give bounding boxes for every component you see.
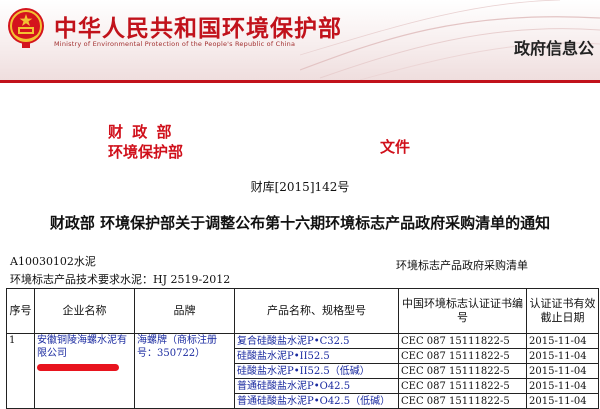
- list-caption: 环境标志产品政府采购清单: [396, 259, 528, 272]
- col-header-index: 序号: [6, 288, 35, 334]
- site-header: 中华人民共和国环境保护部 Ministry of Environmental P…: [0, 0, 600, 80]
- expiry-date: 2015-11-04: [526, 348, 599, 364]
- brand-cell: 海螺牌（商标注册号：350722）: [134, 333, 235, 409]
- header-divider: [0, 80, 600, 83]
- category-code: A10030102水泥: [10, 255, 96, 268]
- product-name: 普通硅酸盐水泥P•O42.5: [234, 378, 399, 394]
- expiry-date: 2015-11-04: [526, 393, 599, 409]
- row-index: 1: [6, 333, 35, 409]
- col-header-date: 认证证书有效截止日期: [526, 288, 599, 334]
- expiry-date: 2015-11-04: [526, 333, 599, 349]
- ministry-name-en: Ministry of Environmental Protection of …: [54, 40, 296, 48]
- company-cell: 安徽铜陵海螺水泥有限公司: [34, 333, 135, 409]
- document-number: 财库[2015]142号: [250, 180, 350, 194]
- cert-number: CEC 087 15111822-5: [398, 393, 527, 409]
- product-name: 复合硅酸盐水泥P•C32.5: [234, 333, 399, 349]
- issuer-finance: 财 政 部: [108, 123, 174, 141]
- product-name: 硅酸盐水泥P•II52.5（低碱）: [234, 363, 399, 379]
- cert-number: CEC 087 15111822-5: [398, 363, 527, 379]
- national-emblem-icon: [8, 8, 44, 48]
- col-header-brand: 品牌: [134, 288, 235, 334]
- table-header-row: 序号 企业名称 品牌 产品名称、规格型号 中国环境标志认证证书编号 认证证书有效…: [6, 288, 599, 334]
- expiry-date: 2015-11-04: [526, 378, 599, 394]
- product-name: 普通硅酸盐水泥P•O42.5（低碱）: [234, 393, 399, 409]
- document-title: 财政部 环境保护部关于调整公布第十六期环境标志产品政府采购清单的通知: [49, 214, 551, 232]
- col-header-product: 产品名称、规格型号: [234, 288, 399, 334]
- file-label: 文件: [380, 138, 411, 156]
- cert-number: CEC 087 15111822-5: [398, 348, 527, 364]
- product-name: 硅酸盐水泥P•II52.5: [234, 348, 399, 364]
- table-row: 1 安徽铜陵海螺水泥有限公司 海螺牌（商标注册号：350722） 复合硅酸盐水泥…: [6, 333, 599, 409]
- cert-number: CEC 087 15111822-5: [398, 333, 527, 349]
- ministry-name-cn: 中华人民共和国环境保护部: [54, 16, 342, 42]
- technical-standard: 环境标志产品技术要求水泥：HJ 2519-2012: [10, 273, 231, 286]
- company-name: 安徽铜陵海螺水泥有限公司: [37, 335, 127, 359]
- section-title-link[interactable]: 政府信息公: [514, 35, 594, 59]
- cert-number: CEC 087 15111822-5: [398, 378, 527, 394]
- expiry-date: 2015-11-04: [526, 363, 599, 379]
- issuer-environment: 环境保护部: [108, 143, 184, 161]
- issuing-agencies: 财 政 部 环境保护部: [108, 122, 183, 162]
- col-header-cert: 中国环境标志认证证书编号: [398, 288, 527, 334]
- product-list-table: 序号 企业名称 品牌 产品名称、规格型号 中国环境标志认证证书编号 认证证书有效…: [6, 288, 599, 409]
- redaction-mark: [37, 364, 119, 371]
- col-header-company: 企业名称: [34, 288, 135, 334]
